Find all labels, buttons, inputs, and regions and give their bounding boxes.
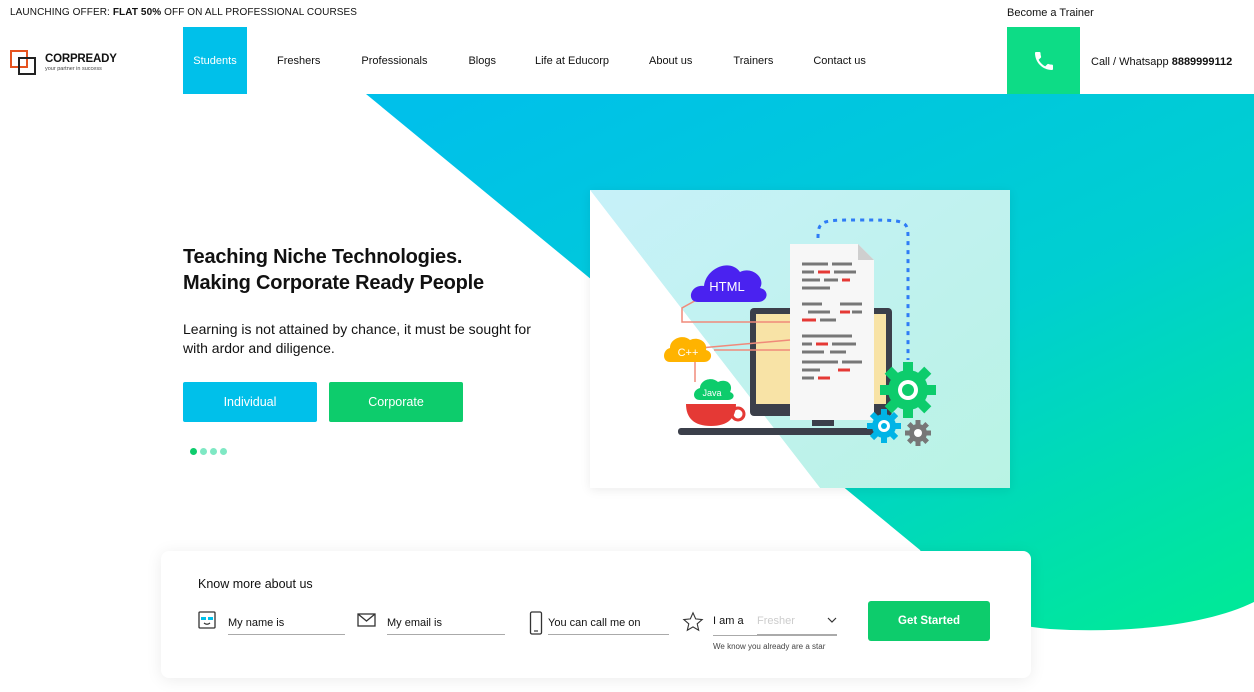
nav-item-professionals[interactable]: Professionals xyxy=(361,27,427,94)
carousel-dot-1[interactable] xyxy=(190,448,197,455)
logo-mark-icon xyxy=(10,50,38,76)
role-select-value: Fresher xyxy=(757,615,795,627)
logo[interactable]: CORPREADY your partner in success xyxy=(10,50,117,76)
main-nav: Students Freshers Professionals Blogs Li… xyxy=(183,27,866,94)
nav-item-trainers[interactable]: Trainers xyxy=(733,27,773,94)
star-note: We know you already are a star xyxy=(713,642,826,651)
name-input[interactable] xyxy=(228,612,345,635)
hero-subtitle: Learning is not attained by chance, it m… xyxy=(183,321,531,356)
mobile-phone-icon xyxy=(529,611,543,635)
star-icon xyxy=(682,611,704,632)
carousel-dot-4[interactable] xyxy=(220,448,227,455)
svg-text:C++: C++ xyxy=(678,347,699,359)
nav-item-about-us[interactable]: About us xyxy=(649,27,692,94)
brand-tagline: your partner in success xyxy=(45,66,102,72)
gear-grey-icon xyxy=(905,420,931,446)
mail-icon xyxy=(357,613,376,627)
nav-item-freshers[interactable]: Freshers xyxy=(277,27,320,94)
call-label: Call / Whatsapp xyxy=(1091,56,1172,68)
phone-button[interactable] xyxy=(1007,27,1080,94)
i-am-label: I am a xyxy=(713,615,744,627)
phone-number: 8889999112 xyxy=(1171,56,1233,68)
corporate-button[interactable]: Corporate xyxy=(329,382,463,422)
form-title: Know more about us xyxy=(198,577,313,591)
brand-name: CORPREADY xyxy=(45,52,117,65)
face-icon xyxy=(198,611,216,629)
nav-item-students[interactable]: Students xyxy=(183,27,247,94)
gear-green-icon xyxy=(880,362,936,418)
individual-button[interactable]: Individual xyxy=(183,382,317,422)
gear-blue-icon xyxy=(867,409,901,443)
svg-text:Java: Java xyxy=(702,388,721,398)
offer-suffix: OFF ON ALL PROFESSIONAL COURSES xyxy=(161,7,358,18)
offer-highlight: FLAT 50% xyxy=(112,7,162,18)
hero-title: Teaching Niche Technologies. Making Corp… xyxy=(183,244,484,296)
carousel-dots xyxy=(190,448,227,455)
nav-item-contact-us[interactable]: Contact us xyxy=(813,27,866,94)
nav-item-blogs[interactable]: Blogs xyxy=(468,27,496,94)
know-more-card: Know more about us I am a Fresher We kno… xyxy=(161,551,1031,678)
get-started-button[interactable]: Get Started xyxy=(868,601,990,641)
launch-offer-banner: LAUNCHING OFFER: FLAT 50% OFF ON ALL PRO… xyxy=(10,7,357,18)
become-trainer-link[interactable]: Become a Trainer xyxy=(1007,7,1094,19)
carousel-dot-3[interactable] xyxy=(210,448,217,455)
call-whatsapp[interactable]: Call / Whatsapp 8889999112 xyxy=(1091,56,1232,68)
phone-icon xyxy=(1034,51,1053,70)
carousel-dot-2[interactable] xyxy=(200,448,207,455)
email-input[interactable] xyxy=(387,612,505,635)
hero-title-line-1: Teaching Niche Technologies. xyxy=(183,246,463,268)
chevron-down-icon xyxy=(827,617,837,623)
phone-input[interactable] xyxy=(548,612,669,635)
role-select[interactable]: Fresher xyxy=(757,612,837,635)
hero-title-line-2: Making Corporate Ready People xyxy=(183,272,484,294)
svg-text:HTML: HTML xyxy=(709,279,744,294)
site-header: CORPREADY your partner in success Studen… xyxy=(0,27,1254,94)
offer-prefix: LAUNCHING OFFER: xyxy=(10,7,113,18)
hero-illustration: HTML C++ Java xyxy=(590,190,1010,488)
nav-item-life-at-educorp[interactable]: Life at Educorp xyxy=(535,27,609,94)
